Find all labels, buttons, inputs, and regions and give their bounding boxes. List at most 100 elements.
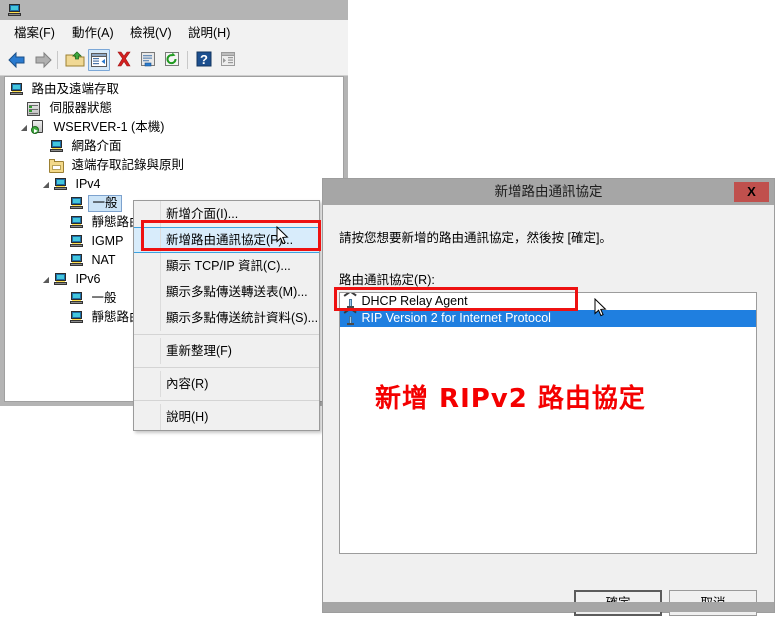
tree-node-label: 路由及遠端存取: [31, 82, 119, 96]
tree-node-label: 網路介面: [71, 139, 122, 153]
tree-node-ipv4-nat[interactable]: NAT: [69, 252, 119, 269]
protocol-icon: [343, 308, 358, 326]
tree-expander-ipv4[interactable]: ◢: [41, 176, 51, 193]
ctx-new-routing-protocol[interactable]: 新增路由通訊協定(P)...: [134, 227, 319, 253]
menu-icon-gutter: [134, 404, 161, 430]
tree-node-label: IGMP: [91, 234, 124, 248]
server-green-icon: [31, 120, 47, 136]
tree-node-server-status[interactable]: 伺服器狀態: [27, 100, 115, 117]
ctx-item-label: 重新整理(F): [166, 344, 232, 358]
tree-node-ipv4-igmp[interactable]: IGMP: [69, 233, 126, 250]
tree-node-label: 一般: [91, 291, 117, 305]
server-icon: [27, 101, 43, 117]
monitor-icon: [69, 310, 85, 326]
back-button[interactable]: [6, 49, 28, 71]
refresh-button[interactable]: [162, 49, 184, 71]
tree-node-label: 一般: [88, 195, 122, 212]
properties-icon: [141, 52, 155, 67]
dialog-titlebar: 新增路由通訊協定 X: [323, 179, 774, 205]
ctx-show-multicast-forwarding-table[interactable]: 顯示多點傳送轉送表(M)...: [134, 279, 319, 305]
protocol-icon: [343, 293, 358, 309]
export-list-icon: [221, 52, 235, 66]
tree-node-label: IPv4: [75, 177, 101, 191]
toolbar-separator-2: [187, 51, 188, 69]
toolbar-separator-1: [57, 51, 58, 69]
cursor-arrow-icon: [276, 225, 289, 245]
monitor-icon: [69, 234, 85, 250]
cursor-arrow-icon: [594, 297, 607, 317]
forward-arrow-icon: [35, 51, 52, 69]
menu-icon-gutter: [134, 228, 161, 252]
menu-action[interactable]: 動作(A): [68, 24, 118, 42]
monitor-icon: [69, 291, 85, 307]
menu-icon-gutter: [134, 253, 161, 279]
ctx-item-label: 新增路由通訊協定(P)...: [166, 233, 294, 247]
tree-expander-ipv6[interactable]: ◢: [41, 271, 51, 288]
menu-separator: [134, 400, 319, 401]
tree-node-ipv4-general[interactable]: 一般: [69, 195, 122, 212]
dialog-instruction: 請按您想要新增的路由通訊協定，然後按 [確定]。: [339, 231, 612, 245]
menu-icon-gutter: [134, 279, 161, 305]
menu-bar: 檔案(F) 動作(A) 檢視(V) 說明(H): [0, 20, 348, 46]
tree-expander-wserver1[interactable]: ◢: [19, 119, 29, 136]
monitor-icon: [49, 139, 65, 155]
list-item-label: DHCP Relay Agent: [361, 294, 468, 308]
help-button[interactable]: ?: [194, 49, 216, 71]
tree-node-network-interfaces[interactable]: 網路介面: [49, 138, 125, 155]
mouse-cursor-listbox: [594, 297, 607, 318]
menu-icon-gutter: [134, 305, 161, 331]
tree-node-label: 伺服器狀態: [49, 101, 112, 115]
ctx-item-label: 說明(H): [166, 410, 209, 424]
folder-up-icon: [65, 51, 85, 67]
close-icon[interactable]: X: [734, 182, 769, 202]
ctx-help[interactable]: 說明(H): [134, 404, 319, 430]
tree-node-routing-and-remote-access[interactable]: 路由及遠端存取: [9, 81, 122, 98]
question-mark-icon: ?: [196, 51, 212, 67]
delete-button[interactable]: [114, 49, 136, 71]
menu-file[interactable]: 檔案(F): [10, 24, 59, 42]
console-tree-icon: [91, 53, 107, 67]
menu-icon-gutter: [134, 201, 161, 227]
red-annotation-text: 新增 RIPv2 路由協定: [375, 384, 646, 414]
ctx-item-label: 新增介面(I)...: [166, 207, 239, 221]
ctx-new-interface[interactable]: 新增介面(I)...: [134, 201, 319, 227]
routing-protocol-listbox[interactable]: DHCP Relay Agent RIP Version 2 for Inter…: [339, 292, 757, 554]
list-item-label: RIP Version 2 for Internet Protocol: [361, 311, 551, 325]
mouse-cursor-menu: [276, 225, 289, 246]
show-hide-tree-button[interactable]: [88, 49, 110, 71]
list-item[interactable]: RIP Version 2 for Internet Protocol: [340, 308, 756, 327]
properties-button[interactable]: [138, 49, 160, 71]
tree-node-ipv4[interactable]: IPv4: [53, 176, 104, 193]
monitor-icon: [69, 196, 85, 212]
tree-node-label: NAT: [91, 253, 116, 267]
menu-view[interactable]: 檢視(V): [126, 24, 176, 42]
ctx-show-tcpip-info[interactable]: 顯示 TCP/IP 資訊(C)...: [134, 253, 319, 279]
mmc-console-icon: [7, 2, 23, 18]
tree-node-ipv6[interactable]: IPv6: [53, 271, 104, 288]
ctx-item-label: 內容(R): [166, 377, 209, 391]
context-menu[interactable]: 新增介面(I)... 新增路由通訊協定(P)... 顯示 TCP/IP 資訊(C…: [133, 200, 320, 431]
tree-node-ipv6-general[interactable]: 一般: [69, 290, 120, 307]
ctx-refresh[interactable]: 重新整理(F): [134, 338, 319, 364]
tree-node-remote-access-logging[interactable]: 遠端存取記錄與原則: [49, 157, 187, 174]
red-x-icon: [117, 51, 131, 67]
ctx-item-label: 顯示 TCP/IP 資訊(C)...: [166, 259, 291, 273]
export-list-button[interactable]: [218, 49, 240, 71]
ctx-item-label: 顯示多點傳送轉送表(M)...: [166, 285, 308, 299]
monitor-icon: [53, 272, 69, 288]
tree-node-wserver-1[interactable]: WSERVER-1 (本機): [31, 119, 167, 136]
menu-help[interactable]: 說明(H): [184, 24, 234, 42]
monitor-icon: [69, 215, 85, 231]
ctx-properties[interactable]: 內容(R): [134, 371, 319, 397]
up-one-level-button[interactable]: [64, 49, 86, 71]
list-item[interactable]: DHCP Relay Agent: [340, 293, 756, 310]
menu-icon-gutter: [134, 371, 161, 397]
menu-separator: [134, 367, 319, 368]
ctx-item-label: 顯示多點傳送統計資料(S)...: [166, 311, 319, 325]
forward-button[interactable]: [32, 49, 54, 71]
monitor-icon: [69, 253, 85, 269]
tree-node-label: IPv6: [75, 272, 101, 286]
tree-node-label: 遠端存取記錄與原則: [71, 158, 184, 172]
monitor-icon: [53, 177, 69, 193]
ctx-show-multicast-statistics[interactable]: 顯示多點傳送統計資料(S)...: [134, 305, 319, 331]
